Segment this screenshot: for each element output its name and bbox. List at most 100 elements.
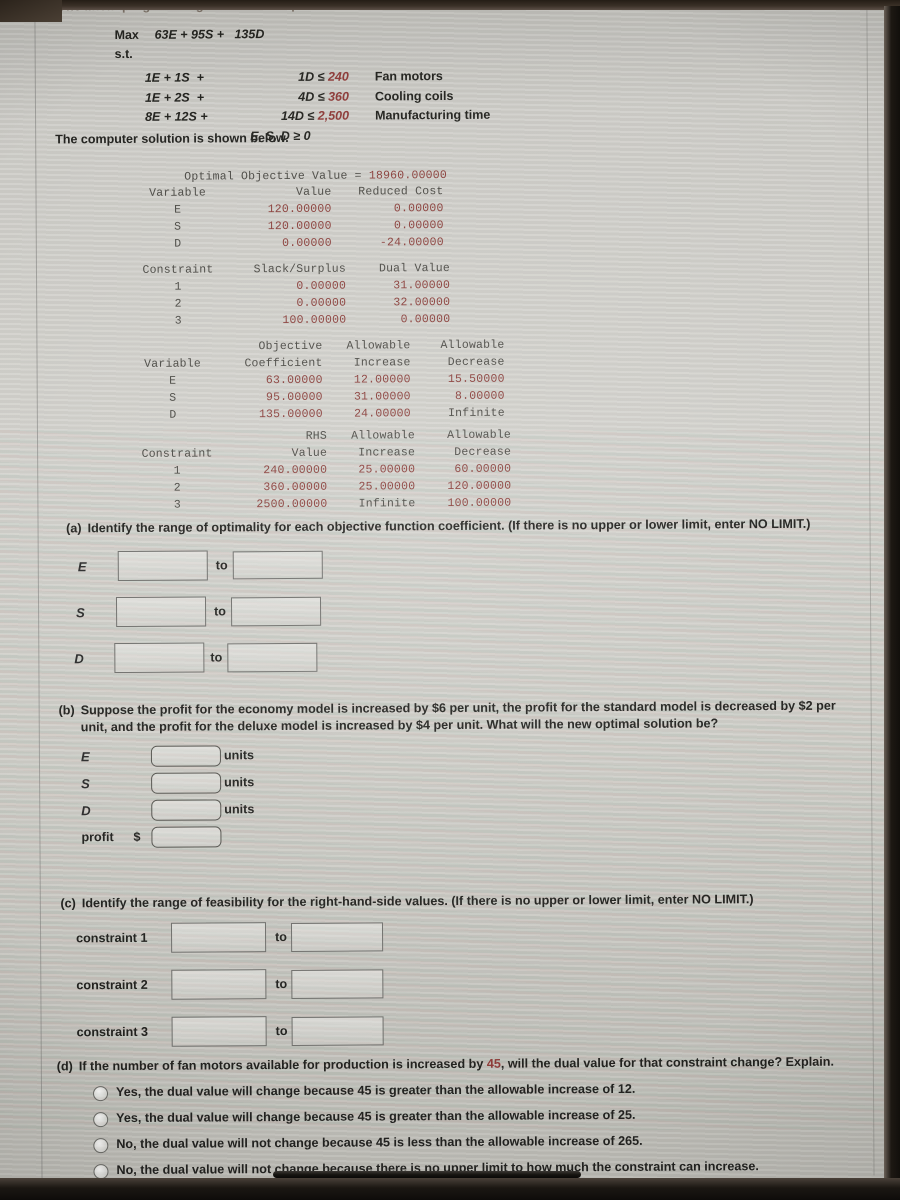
- units-label: units: [224, 775, 255, 790]
- cell-variable: E: [169, 374, 177, 388]
- table-row: 2 0.00000 32.00000: [130, 294, 451, 313]
- cell-variable: E: [174, 203, 182, 217]
- cell-coefficient: 63.00000: [265, 373, 323, 388]
- cell-increase: 25.00000: [358, 480, 416, 494]
- radio-button-icon[interactable]: [92, 1086, 109, 1102]
- table-row: 3 2500.00000 Infinite 100.00000: [127, 495, 512, 514]
- question-d-text: If the number of fan motors available fo…: [79, 1053, 865, 1075]
- range-d-upper-input[interactable]: [227, 642, 318, 672]
- table-row: E 63.00000 12.00000 15.50000: [127, 371, 505, 390]
- constraint-2-upper-input[interactable]: [291, 968, 384, 999]
- cell-slack: 0.00000: [296, 279, 347, 293]
- new-solution-e-input[interactable]: [150, 745, 222, 767]
- col-variable-spacer: [126, 338, 218, 356]
- range-e-lower-input[interactable]: [117, 550, 208, 582]
- option-row[interactable]: Yes, the dual value will change because …: [93, 1105, 865, 1128]
- feasibility-row-label: constraint 3: [76, 1024, 149, 1039]
- feasibility-row-2: constraint 2 to: [42, 966, 854, 1001]
- table-row: E 120.00000 0.00000: [130, 200, 444, 219]
- new-profit-input[interactable]: [151, 826, 222, 848]
- constraint-rhs: 14D ≤ 2,500: [257, 107, 349, 127]
- option-row[interactable]: Yes, the dual value will change because …: [92, 1079, 865, 1102]
- radio-button-icon[interactable]: [93, 1164, 109, 1180]
- col-value: Value: [295, 185, 332, 199]
- st-row: s.t.: [115, 42, 535, 64]
- monitor-bezel-bottom: [0, 1178, 900, 1200]
- question-c-marker: (c): [60, 896, 76, 911]
- radio-button-icon[interactable]: [93, 1112, 109, 1128]
- variable-table: Variable Value Reduced Cost E 120.00000 …: [129, 183, 444, 253]
- option-row[interactable]: No, the dual value will not change becau…: [93, 1131, 865, 1154]
- range-row-label: S: [76, 604, 85, 620]
- lp-model: Max 63E + 95S + 135D s.t. 1E + 1S + 1D ≤…: [114, 23, 535, 147]
- col-slack-surplus: Slack/Surplus: [253, 262, 347, 277]
- col-reduced-cost: Reduced Cost: [358, 185, 444, 199]
- col-allowable-increase-line1: Allowable: [351, 429, 416, 443]
- cell-coefficient: 135.00000: [258, 407, 323, 422]
- solution-row-label: D: [81, 803, 91, 819]
- col-constraint: Constraint: [142, 263, 214, 277]
- radio-button-icon[interactable]: [93, 1138, 109, 1154]
- table-row: D 135.00000 24.00000 Infinite: [127, 405, 505, 424]
- cell-variable: S: [169, 391, 177, 405]
- col-constraint-spacer: [127, 428, 227, 446]
- range-d-lower-input[interactable]: [114, 642, 205, 674]
- table-row: S 120.00000 0.00000: [130, 217, 444, 236]
- col-dual-value: Dual Value: [378, 261, 451, 276]
- constraint-3-lower-input[interactable]: [171, 1016, 267, 1047]
- cell-rhs: 360.00000: [263, 480, 328, 495]
- rhs-range-table: RHS Allowable Allowable Constraint Value…: [127, 427, 512, 514]
- constraint-1-lower-input[interactable]: [170, 922, 267, 953]
- cell-value: 120.00000: [267, 219, 332, 234]
- question-d-highlight: 45: [486, 1056, 501, 1071]
- cell-constraint: 2: [173, 481, 181, 495]
- units-label: units: [224, 802, 255, 817]
- col-allowable-increase-line1: Allowable: [346, 339, 411, 353]
- cell-reduced-cost: -24.00000: [379, 236, 444, 250]
- solution-row-d: D units: [41, 796, 853, 822]
- dollar-sign: $: [133, 829, 141, 844]
- constraint-2-lower-input[interactable]: [171, 969, 267, 1000]
- constraint-rhs: 4D ≤ 360: [257, 87, 349, 107]
- range-e-upper-input[interactable]: [232, 550, 323, 580]
- range-s-lower-input[interactable]: [115, 596, 207, 628]
- to-label: to: [214, 603, 226, 618]
- cell-dual: 31.00000: [393, 278, 451, 293]
- option-label: Yes, the dual value will change because …: [116, 1107, 636, 1126]
- st-label: s.t.: [114, 46, 133, 62]
- col-rhs-line1: RHS: [305, 429, 328, 443]
- new-solution-d-input[interactable]: [151, 799, 222, 821]
- question-b-marker: (b): [58, 703, 75, 718]
- range-row-d: D to: [48, 639, 848, 674]
- to-label: to: [210, 649, 223, 664]
- cell-slack: 100.00000: [282, 313, 347, 328]
- col-allowable-decrease-line2: Decrease: [454, 445, 512, 459]
- horizontal-scrollbar-thumb[interactable]: [273, 1171, 581, 1178]
- constraint-table: Constraint Slack/Surplus Dual Value 1 0.…: [130, 260, 450, 330]
- range-s-upper-input[interactable]: [230, 596, 322, 626]
- solution-row-profit: profit $: [41, 823, 853, 849]
- constraint-3-upper-input[interactable]: [291, 1015, 384, 1046]
- cell-decrease: 120.00000: [447, 479, 512, 494]
- question-d: (d) If the number of fan motors availabl…: [39, 1053, 866, 1185]
- cell-constraint: 3: [173, 498, 182, 512]
- constraint-1-upper-input[interactable]: [290, 921, 384, 952]
- question-c-prompt: (c) Identify the range of feasibility fo…: [42, 891, 854, 913]
- cell-value: 0.00000: [282, 236, 332, 251]
- cell-decrease: Infinite: [448, 406, 505, 421]
- optimal-objective-number: 18960.00000: [368, 169, 448, 183]
- constraint-rhs-expr: 4D ≤: [298, 89, 325, 104]
- question-b-text: Suppose the profit for the economy model…: [80, 698, 836, 735]
- cell-increase: 31.00000: [353, 390, 411, 404]
- cell-constraint: 2: [174, 297, 182, 311]
- new-solution-s-input[interactable]: [151, 772, 222, 794]
- col-constraint: Constraint: [141, 447, 213, 461]
- constraint-row: 1E + 1S + 1D ≤ 240 Fan motors: [115, 66, 535, 88]
- constraint-rhs-number: 240: [327, 69, 349, 84]
- feasibility-row-1: constraint 1 to: [42, 919, 854, 954]
- option-label: No, the dual value will not change becau…: [116, 1133, 643, 1152]
- col-variable: Variable: [144, 357, 201, 371]
- table-row: 1 0.00000 31.00000: [130, 277, 450, 296]
- col-variable: Variable: [149, 186, 206, 200]
- question-a: (a) Identify the range of optimality for…: [48, 516, 849, 674]
